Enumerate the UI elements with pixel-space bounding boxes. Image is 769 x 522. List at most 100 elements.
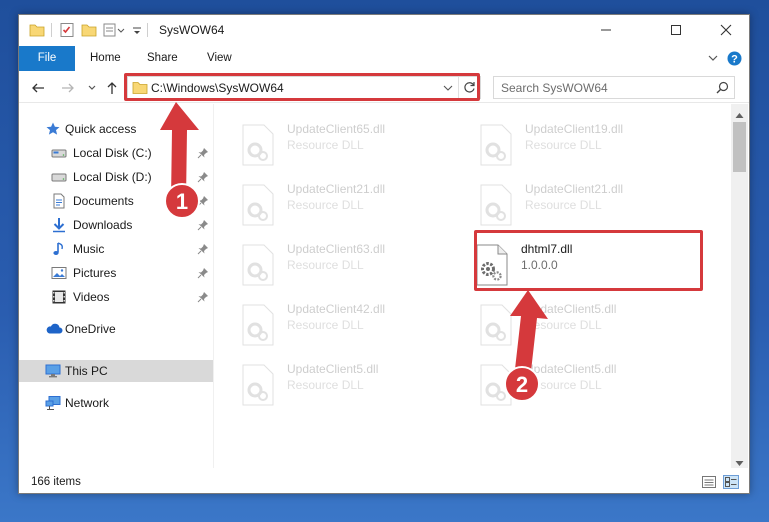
sidebar-item-label: Pictures: [73, 266, 117, 280]
sidebar-item-onedrive[interactable]: OneDrive: [19, 318, 213, 340]
status-bar: 166 items: [19, 470, 749, 493]
file-description: Resource DLL: [287, 258, 364, 272]
back-button[interactable]: [29, 79, 47, 97]
arrow-up-icon: [107, 82, 117, 94]
dll-file-icon: [475, 244, 509, 286]
pin-icon[interactable]: [197, 195, 209, 207]
item-count: 166 items: [31, 476, 81, 488]
pin-icon[interactable]: [197, 243, 209, 255]
minimize-button[interactable]: [583, 15, 629, 45]
sidebar-item-label: Documents: [73, 194, 134, 208]
tab-file[interactable]: File: [19, 46, 75, 71]
dll-file-icon: [479, 364, 513, 406]
file-tile[interactable]: UpdateClient5.dll Resource DLL: [215, 358, 415, 408]
sidebar-item-label: Music: [73, 242, 105, 256]
maximize-button[interactable]: [653, 15, 699, 45]
up-button[interactable]: [103, 79, 121, 97]
file-name: UpdateClient21.dll: [287, 182, 386, 196]
separator: [51, 23, 52, 37]
file-tile[interactable]: UpdateClient42.dll Resource DLL: [215, 298, 415, 348]
file-tile[interactable]: UpdateClient21.dll Resource DLL: [215, 178, 415, 228]
details-view-button[interactable]: [701, 475, 717, 489]
file-description: Resource DLL: [287, 138, 364, 152]
file-name: UpdateClient5.dll: [525, 362, 617, 376]
sidebar-item-label: Videos: [73, 290, 110, 304]
sidebar-item-label: OneDrive: [65, 322, 116, 336]
dll-file-icon: [241, 244, 275, 286]
forward-button[interactable]: [59, 79, 77, 97]
chevron-down-icon: [88, 85, 96, 90]
tiles-view-icon: [725, 477, 737, 487]
scrollbar-thumb[interactable]: [733, 122, 746, 172]
pane-divider: [213, 104, 214, 468]
videos-icon: [51, 289, 67, 305]
close-icon: [720, 24, 732, 36]
file-tile[interactable]: UpdateClient19.dll Resource DLL: [453, 118, 653, 168]
scroll-down-icon[interactable]: [735, 456, 744, 470]
file-description: Resource DLL: [287, 378, 364, 392]
file-tile[interactable]: UpdateClient5.dll Resource DLL: [453, 298, 653, 348]
sidebar-item-network[interactable]: Network: [19, 392, 213, 414]
pin-icon[interactable]: [197, 219, 209, 231]
sidebar-item-videos[interactable]: Videos: [19, 286, 213, 308]
details-view-icon: [702, 476, 716, 488]
sidebar-item-music[interactable]: Music: [19, 238, 213, 260]
close-button[interactable]: [703, 15, 749, 45]
minimize-icon: [601, 29, 611, 31]
sidebar-item-label: Local Disk (D:): [73, 170, 152, 184]
file-name: dhtml7.dll: [521, 242, 573, 256]
sidebar-item-documents[interactable]: Documents: [19, 190, 213, 212]
dll-file-icon: [479, 304, 513, 346]
file-tile[interactable]: UpdateClient65.dll Resource DLL: [215, 118, 415, 168]
file-description: Resource DLL: [525, 138, 602, 152]
sidebar-item-local-disk-c[interactable]: Local Disk (C:): [19, 142, 213, 164]
download-icon: [51, 217, 67, 233]
tab-share[interactable]: Share: [147, 46, 178, 71]
customize-icon[interactable]: [103, 22, 125, 41]
file-tile-dhtml7[interactable]: dhtml7.dll 1.0.0.0: [453, 238, 653, 288]
sidebar-item-quick-access[interactable]: Quick access: [19, 118, 213, 140]
documents-icon: [51, 193, 67, 209]
tab-view[interactable]: View: [207, 46, 232, 71]
sidebar-item-downloads[interactable]: Downloads: [19, 214, 213, 236]
pin-icon[interactable]: [197, 267, 209, 279]
file-description: Resource DLL: [525, 318, 602, 332]
file-description: Resource DLL: [287, 318, 364, 332]
pictures-icon: [51, 265, 67, 281]
new-folder-icon[interactable]: [81, 22, 97, 41]
search-icon[interactable]: [716, 81, 729, 97]
scroll-up-icon[interactable]: [735, 108, 744, 122]
file-tile[interactable]: UpdateClient5.dll Resource DLL: [453, 358, 653, 408]
address-bar[interactable]: C:\Windows\SysWOW64: [127, 76, 481, 99]
file-tile[interactable]: UpdateClient63.dll Resource DLL: [215, 238, 415, 288]
dll-file-icon: [241, 364, 275, 406]
sidebar-item-pictures[interactable]: Pictures: [19, 262, 213, 284]
music-icon: [51, 241, 67, 257]
sidebar-item-label: Downloads: [73, 218, 133, 232]
tab-home[interactable]: Home: [90, 46, 121, 71]
computer-icon: [45, 363, 61, 379]
recent-locations-button[interactable]: [83, 79, 101, 97]
vertical-scrollbar[interactable]: [731, 104, 748, 468]
search-input[interactable]: Search SysWOW64: [493, 76, 735, 99]
pin-icon[interactable]: [197, 171, 209, 183]
pin-icon[interactable]: [197, 147, 209, 159]
file-tile[interactable]: UpdateClient21.dll Resource DLL: [453, 178, 653, 228]
explorer-window: SysWOW64 File Home Share View ? C:\Windo…: [18, 14, 750, 494]
chevron-down-icon[interactable]: [443, 82, 453, 96]
sidebar-item-this-pc[interactable]: This PC: [19, 360, 213, 382]
properties-icon[interactable]: [59, 22, 75, 41]
sidebar-item-local-disk-d[interactable]: Local Disk (D:): [19, 166, 213, 188]
file-name: UpdateClient65.dll: [287, 122, 386, 136]
help-icon[interactable]: ?: [727, 51, 742, 69]
dll-file-icon: [241, 184, 275, 226]
pin-icon[interactable]: [197, 291, 209, 303]
file-version: 1.0.0.0: [521, 258, 558, 272]
star-icon: [45, 121, 61, 137]
tiles-view-button[interactable]: [723, 475, 739, 489]
chevron-down-icon[interactable]: [131, 22, 143, 41]
chevron-down-icon[interactable]: [707, 52, 719, 67]
svg-text:?: ?: [731, 54, 738, 66]
refresh-icon[interactable]: [463, 81, 476, 97]
network-icon: [45, 395, 61, 411]
